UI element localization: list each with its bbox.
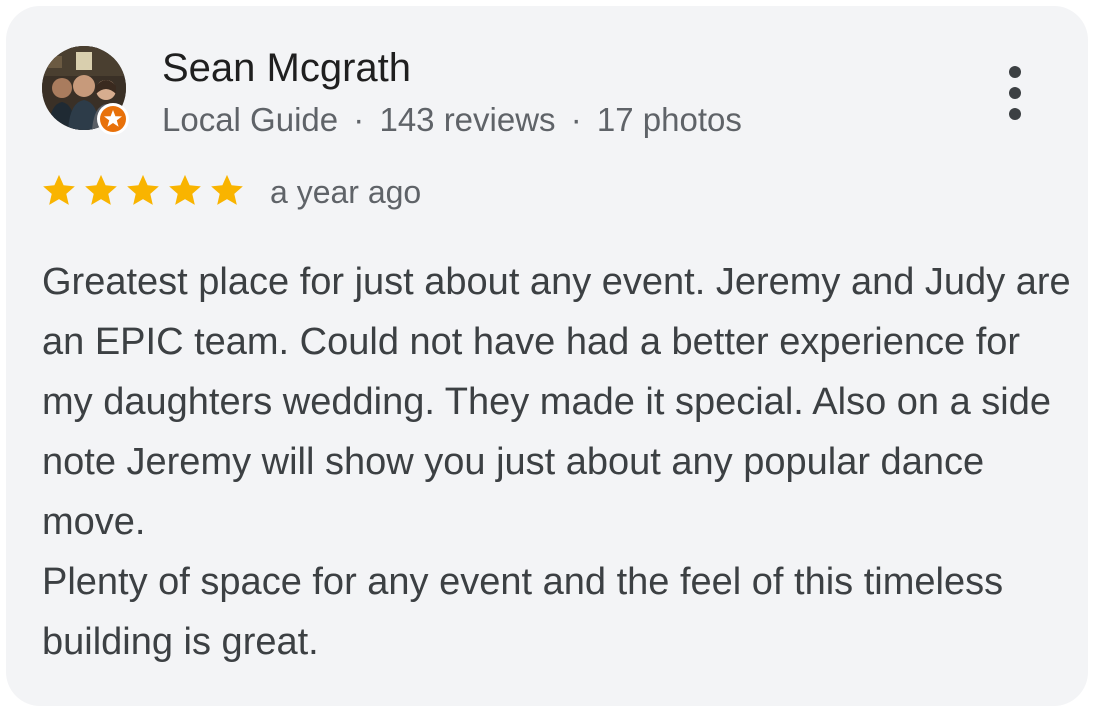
review-card: Sean Mcgrath Local Guide · 143 reviews ·… bbox=[6, 6, 1088, 706]
star-icon bbox=[43, 174, 75, 205]
reviewer-name[interactable]: Sean Mcgrath bbox=[162, 42, 411, 94]
star-icon bbox=[169, 174, 201, 205]
meta-separator: · bbox=[353, 101, 365, 138]
reviews-count: 143 reviews bbox=[379, 101, 556, 138]
star-icon bbox=[85, 174, 117, 205]
reviewer-meta: Local Guide · 143 reviews · 17 photos bbox=[162, 98, 742, 142]
star-icon bbox=[211, 174, 243, 205]
review-paragraph: Plenty of space for any event and the fe… bbox=[42, 561, 1004, 663]
star-rating bbox=[40, 172, 246, 212]
local-guide-badge-icon bbox=[97, 103, 129, 135]
reviewer-role: Local Guide bbox=[162, 101, 339, 138]
review-paragraph: Greatest place for just about any event.… bbox=[42, 261, 1071, 543]
star-icon bbox=[127, 174, 159, 205]
review-time: a year ago bbox=[270, 174, 422, 210]
more-options-button[interactable] bbox=[996, 62, 1034, 124]
more-vert-icon bbox=[1009, 66, 1021, 120]
review-text: Greatest place for just about any event.… bbox=[42, 252, 1072, 672]
meta-separator: · bbox=[570, 101, 582, 138]
photos-count: 17 photos bbox=[596, 101, 742, 138]
